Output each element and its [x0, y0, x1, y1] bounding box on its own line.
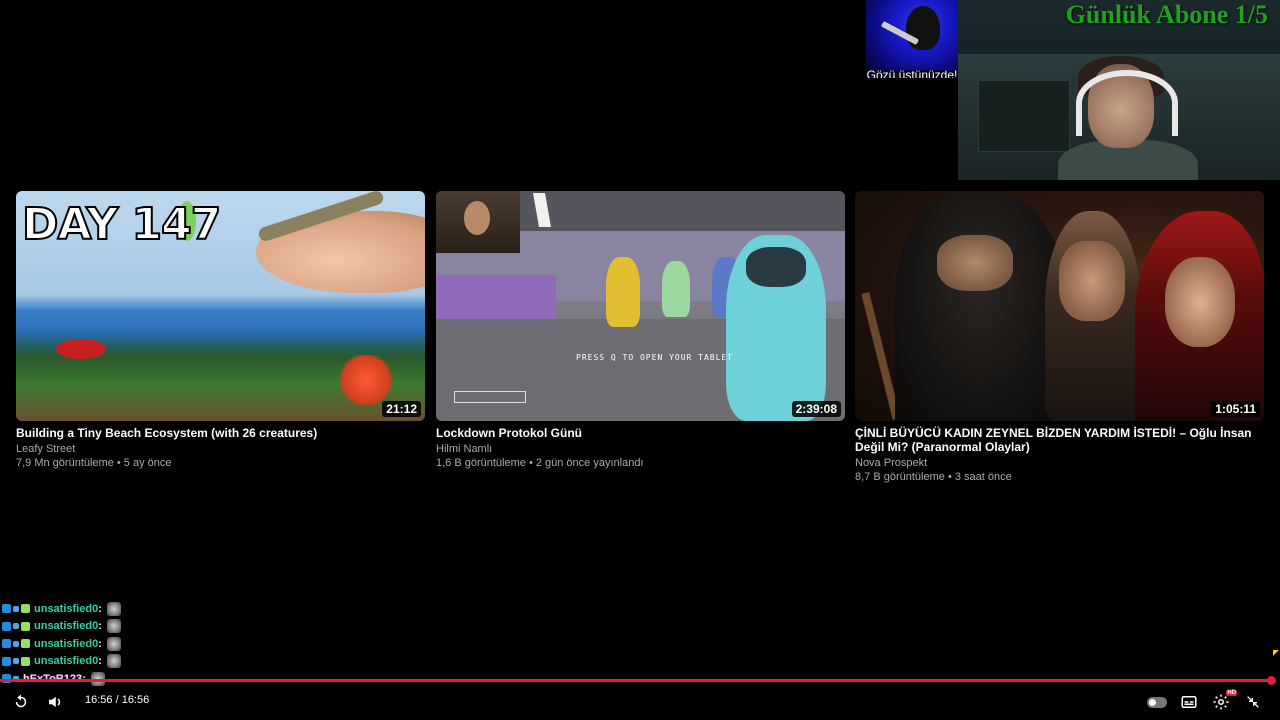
- autoplay-toggle[interactable]: [1145, 690, 1169, 714]
- video-meta: 7,9 Mn görüntüleme • 5 ay önce: [16, 457, 172, 469]
- mouse-cursor-icon: [1273, 650, 1279, 656]
- chat-separator: :: [98, 602, 102, 615]
- progress-bar[interactable]: [0, 679, 1272, 682]
- chat-separator: :: [98, 637, 102, 650]
- replay-button[interactable]: [9, 690, 33, 714]
- video-duration: 21:12: [382, 401, 421, 417]
- facecam-face: [464, 201, 490, 235]
- chat-separator: :: [98, 655, 102, 668]
- emote-icon: [106, 601, 121, 616]
- player-controls: 16:56 / 16:56 HD: [0, 684, 1280, 720]
- badge-icon: [21, 656, 30, 666]
- astronaut-figure: [662, 261, 690, 317]
- thumbnail-facecam: [436, 191, 520, 253]
- video-duration: 2:39:08: [791, 401, 841, 417]
- video-title[interactable]: Building a Tiny Beach Ecosystem (with 26…: [16, 426, 425, 440]
- woman-face: [1165, 257, 1235, 347]
- exit-fullscreen-button[interactable]: [1241, 690, 1265, 714]
- badge-icon: [21, 621, 30, 631]
- headset-icon: [1076, 70, 1178, 136]
- suggested-videos-grid: DAY 147 21:12 Building a Tiny Beach Ecos…: [16, 191, 1280, 491]
- time-display: 16:56 / 16:56: [85, 694, 150, 706]
- video-meta: 8,7 B görüntüleme • 3 saat önce: [855, 471, 1012, 483]
- astronaut-figure: [726, 235, 826, 421]
- video-title[interactable]: Lockdown Protokol Günü: [436, 426, 845, 440]
- streamer-webcam: Günlük Abone 1/5: [958, 0, 1280, 180]
- video-duration: 1:05:11: [1211, 401, 1260, 417]
- volume-button[interactable]: [43, 690, 67, 714]
- astronaut-figure: [606, 257, 640, 327]
- astronaut-visor: [746, 247, 806, 287]
- exit-fullscreen-icon: [1247, 696, 1259, 708]
- chat-message: unsatisfied0 :: [2, 618, 262, 636]
- chat-username: unsatisfied0: [34, 620, 99, 633]
- badge-icon: [2, 656, 11, 666]
- chat-message: unsatisfied0 :: [2, 635, 262, 653]
- chat-message: unsatisfied0 :: [2, 653, 262, 671]
- chat-overlay: unsatisfied0 : unsatisfied0 : unsatisfie…: [2, 600, 262, 688]
- badge-icon: [13, 623, 19, 630]
- game-couch: [436, 275, 556, 319]
- video-title[interactable]: ÇİNLİ BÜYÜCÜ KADIN ZEYNEL BİZDEN YARDIM …: [855, 426, 1264, 454]
- fish-graphic: [56, 339, 106, 359]
- man-face: [1059, 241, 1125, 321]
- woman-figure: [1135, 211, 1264, 421]
- chat-username: unsatisfied0: [34, 637, 99, 650]
- video-card[interactable]: 1:05:11 ÇİNLİ BÜYÜCÜ KADIN ZEYNEL BİZDEN…: [855, 191, 1264, 483]
- stream-alert-overlay: Gözü üstünüzde!: [866, 0, 958, 78]
- emote-icon: [106, 619, 121, 634]
- video-thumbnail[interactable]: PRESS Q TO OPEN YOUR TABLET 2:39:08: [436, 191, 845, 421]
- channel-name[interactable]: Hilmi Namlı: [436, 443, 845, 455]
- badge-icon: [13, 658, 19, 665]
- badge-icon: [2, 621, 11, 631]
- volume-icon: [49, 696, 61, 708]
- chat-separator: :: [98, 620, 102, 633]
- subscriber-goal: Günlük Abone 1/5: [1065, 0, 1268, 29]
- channel-name[interactable]: Leafy Street: [16, 443, 425, 455]
- thumbnail-text: DAY 147: [21, 198, 222, 251]
- cloaked-figure: [895, 191, 1065, 421]
- video-card[interactable]: PRESS Q TO OPEN YOUR TABLET 2:39:08 Lock…: [436, 191, 845, 469]
- emote-icon: [106, 636, 121, 651]
- badge-icon: [2, 604, 11, 614]
- alert-image: [866, 0, 958, 70]
- video-thumbnail[interactable]: 1:05:11: [855, 191, 1264, 421]
- video-card[interactable]: DAY 147 21:12 Building a Tiny Beach Ecos…: [16, 191, 425, 469]
- cloaked-face: [937, 235, 1013, 291]
- chat-username: unsatisfied0: [34, 655, 99, 668]
- badge-icon: [21, 639, 30, 649]
- webcam-shelf: [978, 80, 1070, 152]
- emote-icon: [106, 654, 121, 669]
- chat-username: unsatisfied0: [34, 602, 99, 615]
- toggle-switch-icon: [1147, 696, 1167, 708]
- video-meta: 1,6 B görüntüleme • 2 gün önce yayınland…: [436, 457, 644, 469]
- alert-caption: Gözü üstünüzde!: [866, 68, 958, 78]
- replay-icon: [15, 694, 27, 708]
- badge-icon: [2, 639, 11, 649]
- channel-name[interactable]: Nova Prospekt: [855, 457, 1264, 469]
- badge-icon: [21, 604, 30, 614]
- badge-icon: [13, 640, 19, 647]
- game-hud-bar: [454, 391, 526, 403]
- coral-graphic: [336, 355, 396, 405]
- game-hint-text: PRESS Q TO OPEN YOUR TABLET: [576, 353, 734, 362]
- chat-message: unsatisfied0 :: [2, 600, 262, 618]
- badge-icon: [13, 605, 19, 612]
- subtitles-button[interactable]: [1177, 690, 1201, 714]
- alert-figure: [906, 6, 940, 50]
- video-thumbnail[interactable]: DAY 147 21:12: [16, 191, 425, 421]
- hd-badge: HD: [1226, 690, 1237, 696]
- subtitles-icon: [1181, 696, 1197, 708]
- man-figure: [1045, 211, 1141, 421]
- settings-button[interactable]: HD: [1209, 690, 1237, 714]
